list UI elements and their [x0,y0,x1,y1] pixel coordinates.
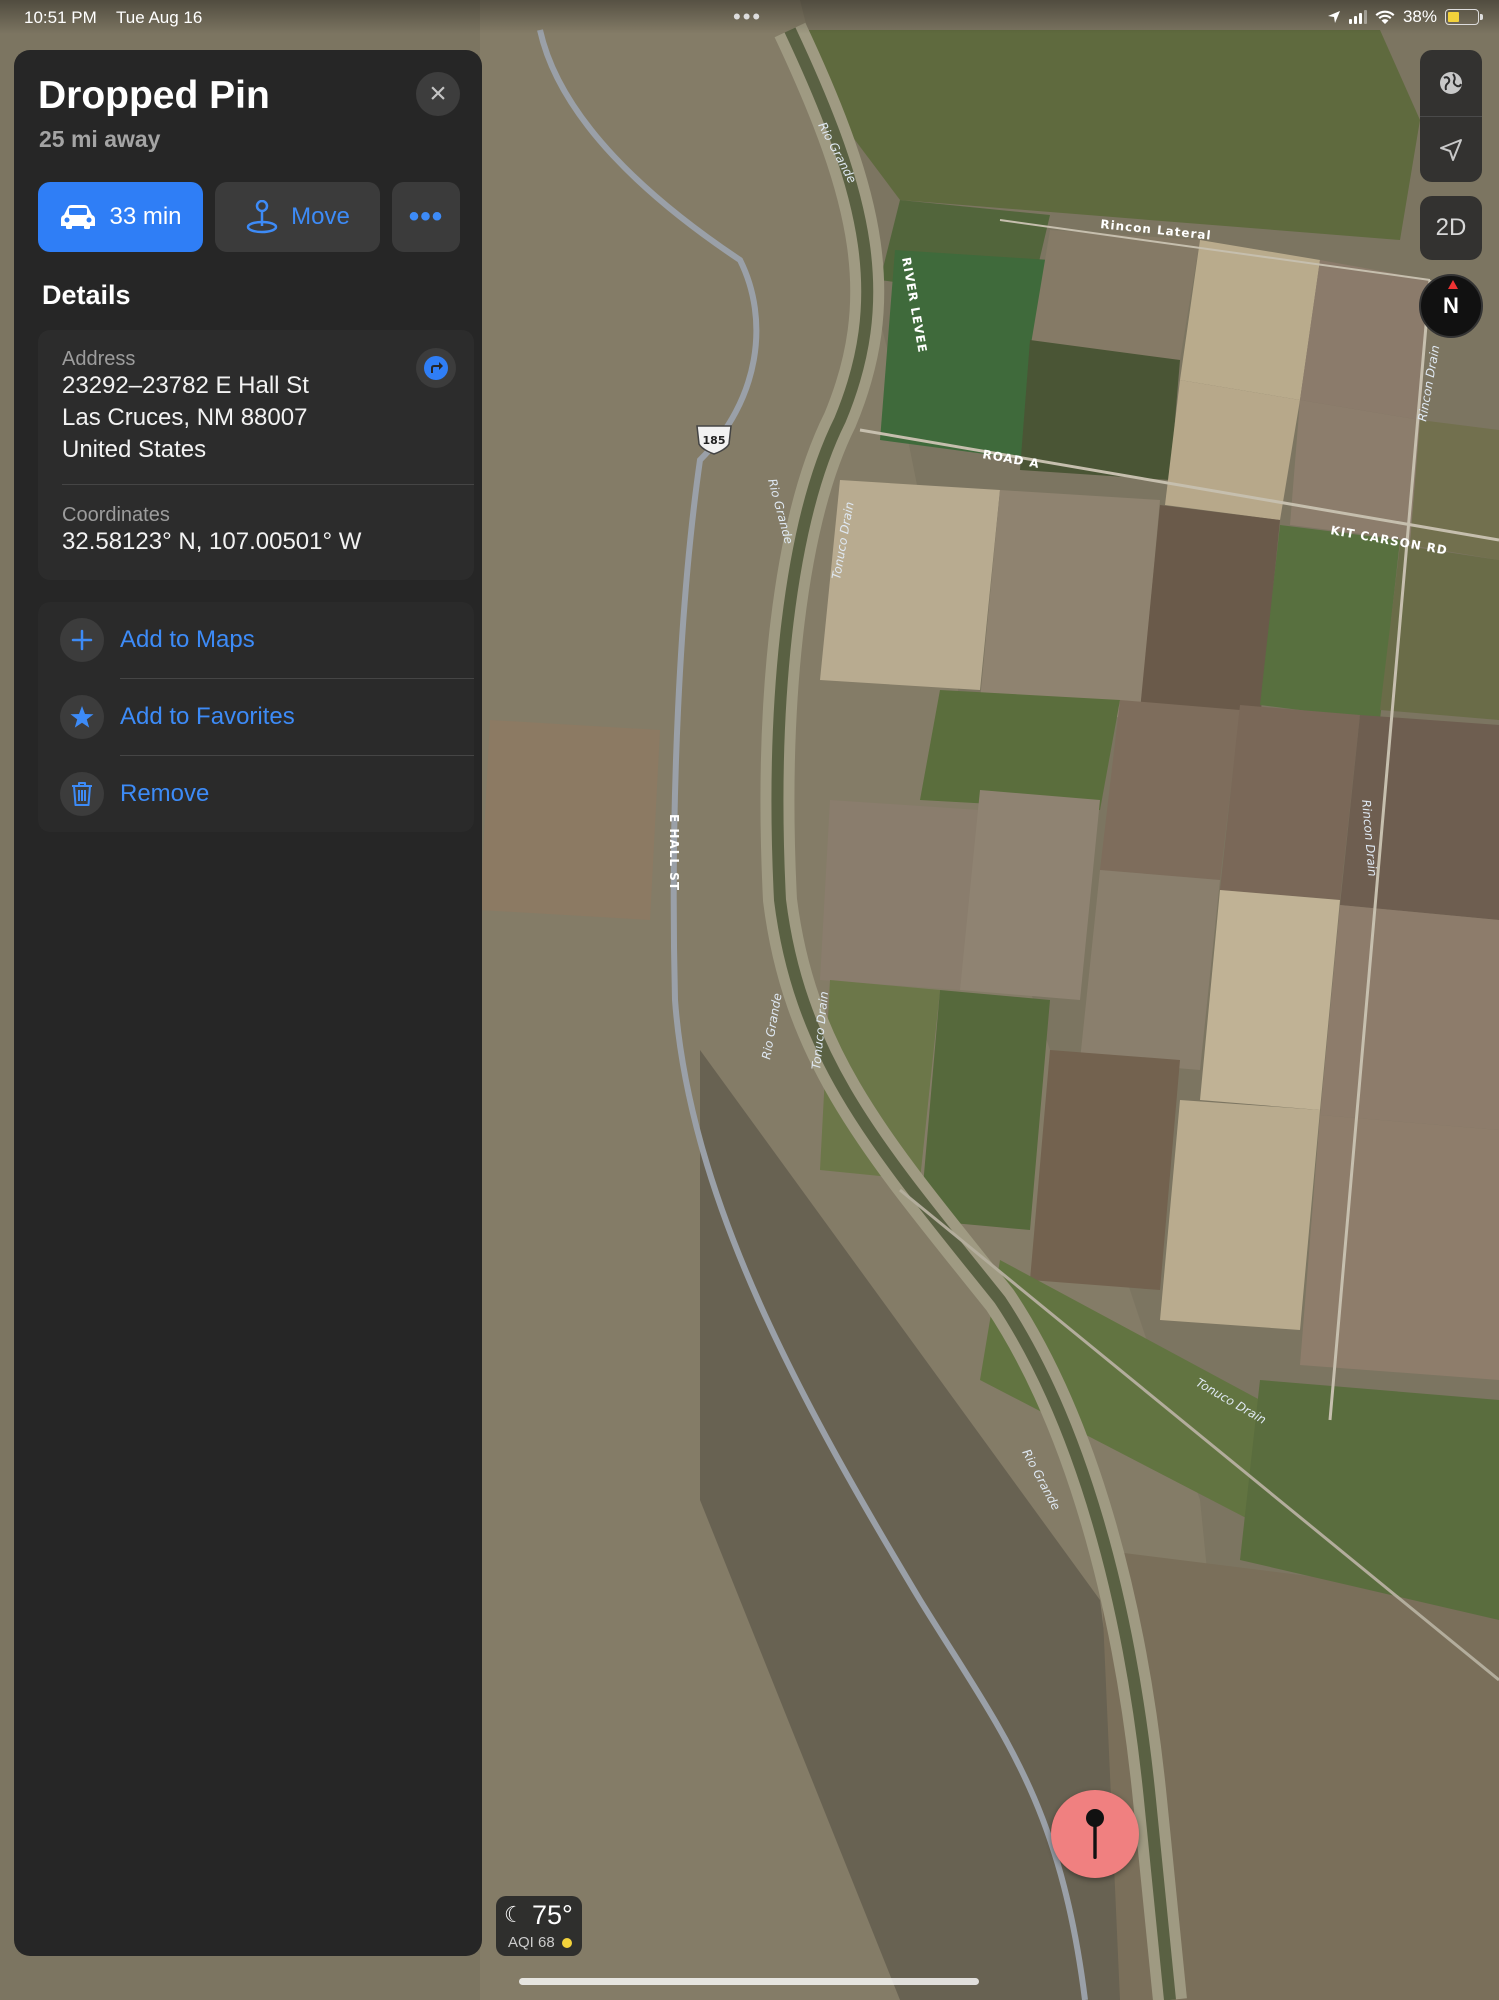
status-indicators: 38% [1327,7,1483,27]
address-line-1[interactable]: 23292–23782 E Hall St [62,370,309,402]
wifi-icon [1375,10,1395,24]
aqi-label: AQI 68 [508,1934,555,1951]
dropped-pin-marker[interactable] [1051,1790,1139,1878]
pin-icon [1086,1809,1104,1859]
compass-needle-icon [1448,280,1458,289]
directions-time-label: 33 min [109,203,182,230]
map-label-e-hall-st: E HALL ST [667,814,681,891]
address-line-2[interactable]: Las Cruces, NM 88007 [62,402,307,434]
weather-badge[interactable]: ☾ 75° AQI 68 [496,1896,582,1956]
home-indicator[interactable] [519,1978,979,1985]
aqi-status-dot [562,1938,572,1948]
star-icon [60,695,104,739]
pin-move-icon [246,200,278,234]
distance-subtitle: 25 mi away [39,126,161,152]
map-style-button[interactable] [1420,50,1482,116]
card-divider [62,484,474,485]
status-time: 10:51 PM [24,8,97,27]
view-mode-button[interactable]: 2D [1420,196,1482,260]
address-directions-button[interactable] [416,348,456,388]
remove-label: Remove [120,780,210,807]
location-arrow-icon [1440,138,1462,161]
coordinates-label: Coordinates [62,504,170,526]
address-line-3[interactable]: United States [62,434,206,466]
add-to-maps-button[interactable]: Add to Maps [38,602,474,678]
close-button[interactable]: × [416,72,460,116]
turn-arrow-icon [424,356,448,380]
route-185-label: 185 [703,434,726,447]
ellipsis-icon: ••• [408,200,444,233]
remove-pin-button[interactable]: Remove [38,756,474,832]
map-controls [1420,50,1482,182]
add-to-favorites-label: Add to Favorites [120,703,295,730]
more-options-button[interactable]: ••• [392,182,460,252]
details-card: Address 23292–23782 E Hall St Las Cruces… [38,330,474,580]
actions-card: Add to Maps Add to Favorites Remove [38,602,474,832]
multitasking-dots-icon[interactable]: ••• [733,4,762,30]
compass-button[interactable]: N [1419,274,1483,338]
directions-button[interactable]: 33 min [38,182,203,252]
status-date: Tue Aug 16 [116,8,203,27]
plus-icon [60,618,104,662]
add-to-favorites-button[interactable]: Add to Favorites [38,679,474,755]
current-location-button[interactable] [1420,116,1482,182]
move-label: Move [291,203,350,230]
battery-icon [1445,9,1483,25]
add-to-maps-label: Add to Maps [120,626,255,653]
address-label: Address [62,348,136,370]
compass-north-label: N [1443,293,1459,318]
location-arrow-icon [1327,11,1340,23]
place-card-panel: Dropped Pin 25 mi away × 33 min Move •••… [14,50,482,1956]
weather-temperature: 75° [532,1900,573,1930]
place-title: Dropped Pin [38,74,270,117]
details-heading: Details [42,280,131,310]
status-bar: 10:51 PM Tue Aug 16 ••• 38% [0,0,1499,34]
battery-percent: 38% [1402,7,1437,26]
moon-icon: ☾ [504,1902,524,1927]
move-pin-button[interactable]: Move [215,182,380,252]
cellular-signal-icon [1348,10,1367,24]
coordinates-value[interactable]: 32.58123° N, 107.00501° W [62,526,361,558]
close-icon: × [429,77,447,110]
car-icon [61,205,96,229]
globe-icon [1440,72,1462,94]
trash-icon [60,772,104,816]
